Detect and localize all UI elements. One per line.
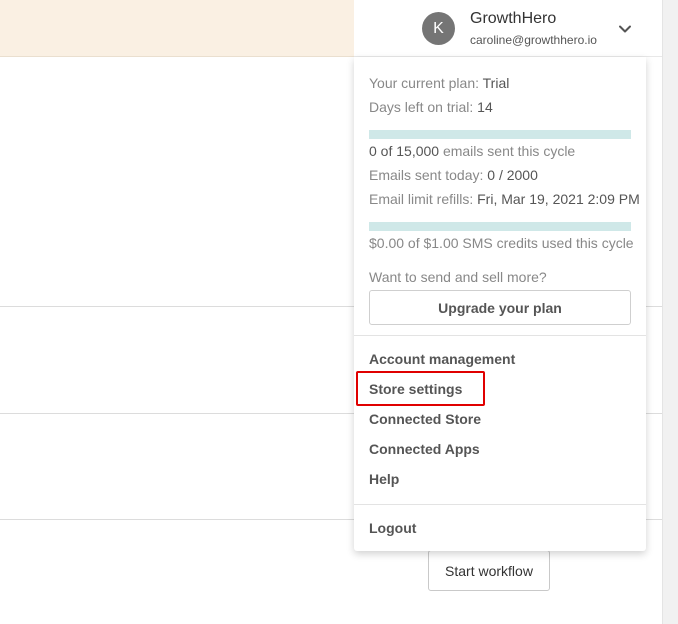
emails-cycle-count: 0 of 15,000 (369, 143, 440, 159)
emails-today-text: Emails sent today: 0 / 2000 (369, 167, 538, 183)
current-plan-text: Your current plan: Trial (369, 75, 509, 91)
emails-cycle-label: emails sent this cycle (439, 143, 576, 159)
menu-item-account-management[interactable]: Account management (369, 351, 515, 367)
sms-progress-bar (369, 222, 631, 231)
refill-text: Email limit refills: Fri, Mar 19, 2021 2… (369, 191, 640, 207)
menu-divider (354, 335, 646, 336)
current-plan-value: Trial (482, 75, 510, 91)
days-left-text: Days left on trial: 14 (369, 99, 493, 115)
chevron-down-icon[interactable] (618, 22, 632, 36)
account-name: GrowthHero (470, 10, 557, 27)
current-plan-label: Your current plan: (369, 75, 483, 91)
upsell-text: Want to send and sell more? (369, 269, 547, 285)
days-left-value: 14 (477, 99, 493, 115)
refill-label: Email limit refills: (369, 191, 478, 207)
menu-divider (354, 504, 646, 505)
account-menu-trigger[interactable] (354, 0, 662, 57)
start-workflow-button[interactable]: Start workflow (428, 550, 550, 591)
menu-item-help[interactable]: Help (369, 471, 399, 487)
emails-today-label: Emails sent today: (369, 167, 488, 183)
scrollbar[interactable] (662, 0, 678, 624)
menu-item-connected-store[interactable]: Connected Store (369, 411, 481, 427)
emails-cycle-text: 0 of 15,000 emails sent this cycle (369, 143, 575, 159)
menu-item-connected-apps[interactable]: Connected Apps (369, 441, 480, 457)
emails-progress-bar (369, 130, 631, 139)
sms-credits-text: $0.00 of $1.00 SMS credits used this cyc… (369, 235, 634, 251)
account-email: caroline@growthhero.io (470, 33, 597, 47)
upgrade-plan-button[interactable]: Upgrade your plan (369, 290, 631, 325)
menu-item-store-settings[interactable]: Store settings (369, 381, 462, 397)
avatar[interactable]: K (422, 12, 455, 45)
refill-value: Fri, Mar 19, 2021 2:09 PM (477, 191, 640, 207)
emails-today-value: 0 / 2000 (487, 167, 538, 183)
menu-item-logout[interactable]: Logout (369, 520, 416, 536)
days-left-label: Days left on trial: (369, 99, 478, 115)
